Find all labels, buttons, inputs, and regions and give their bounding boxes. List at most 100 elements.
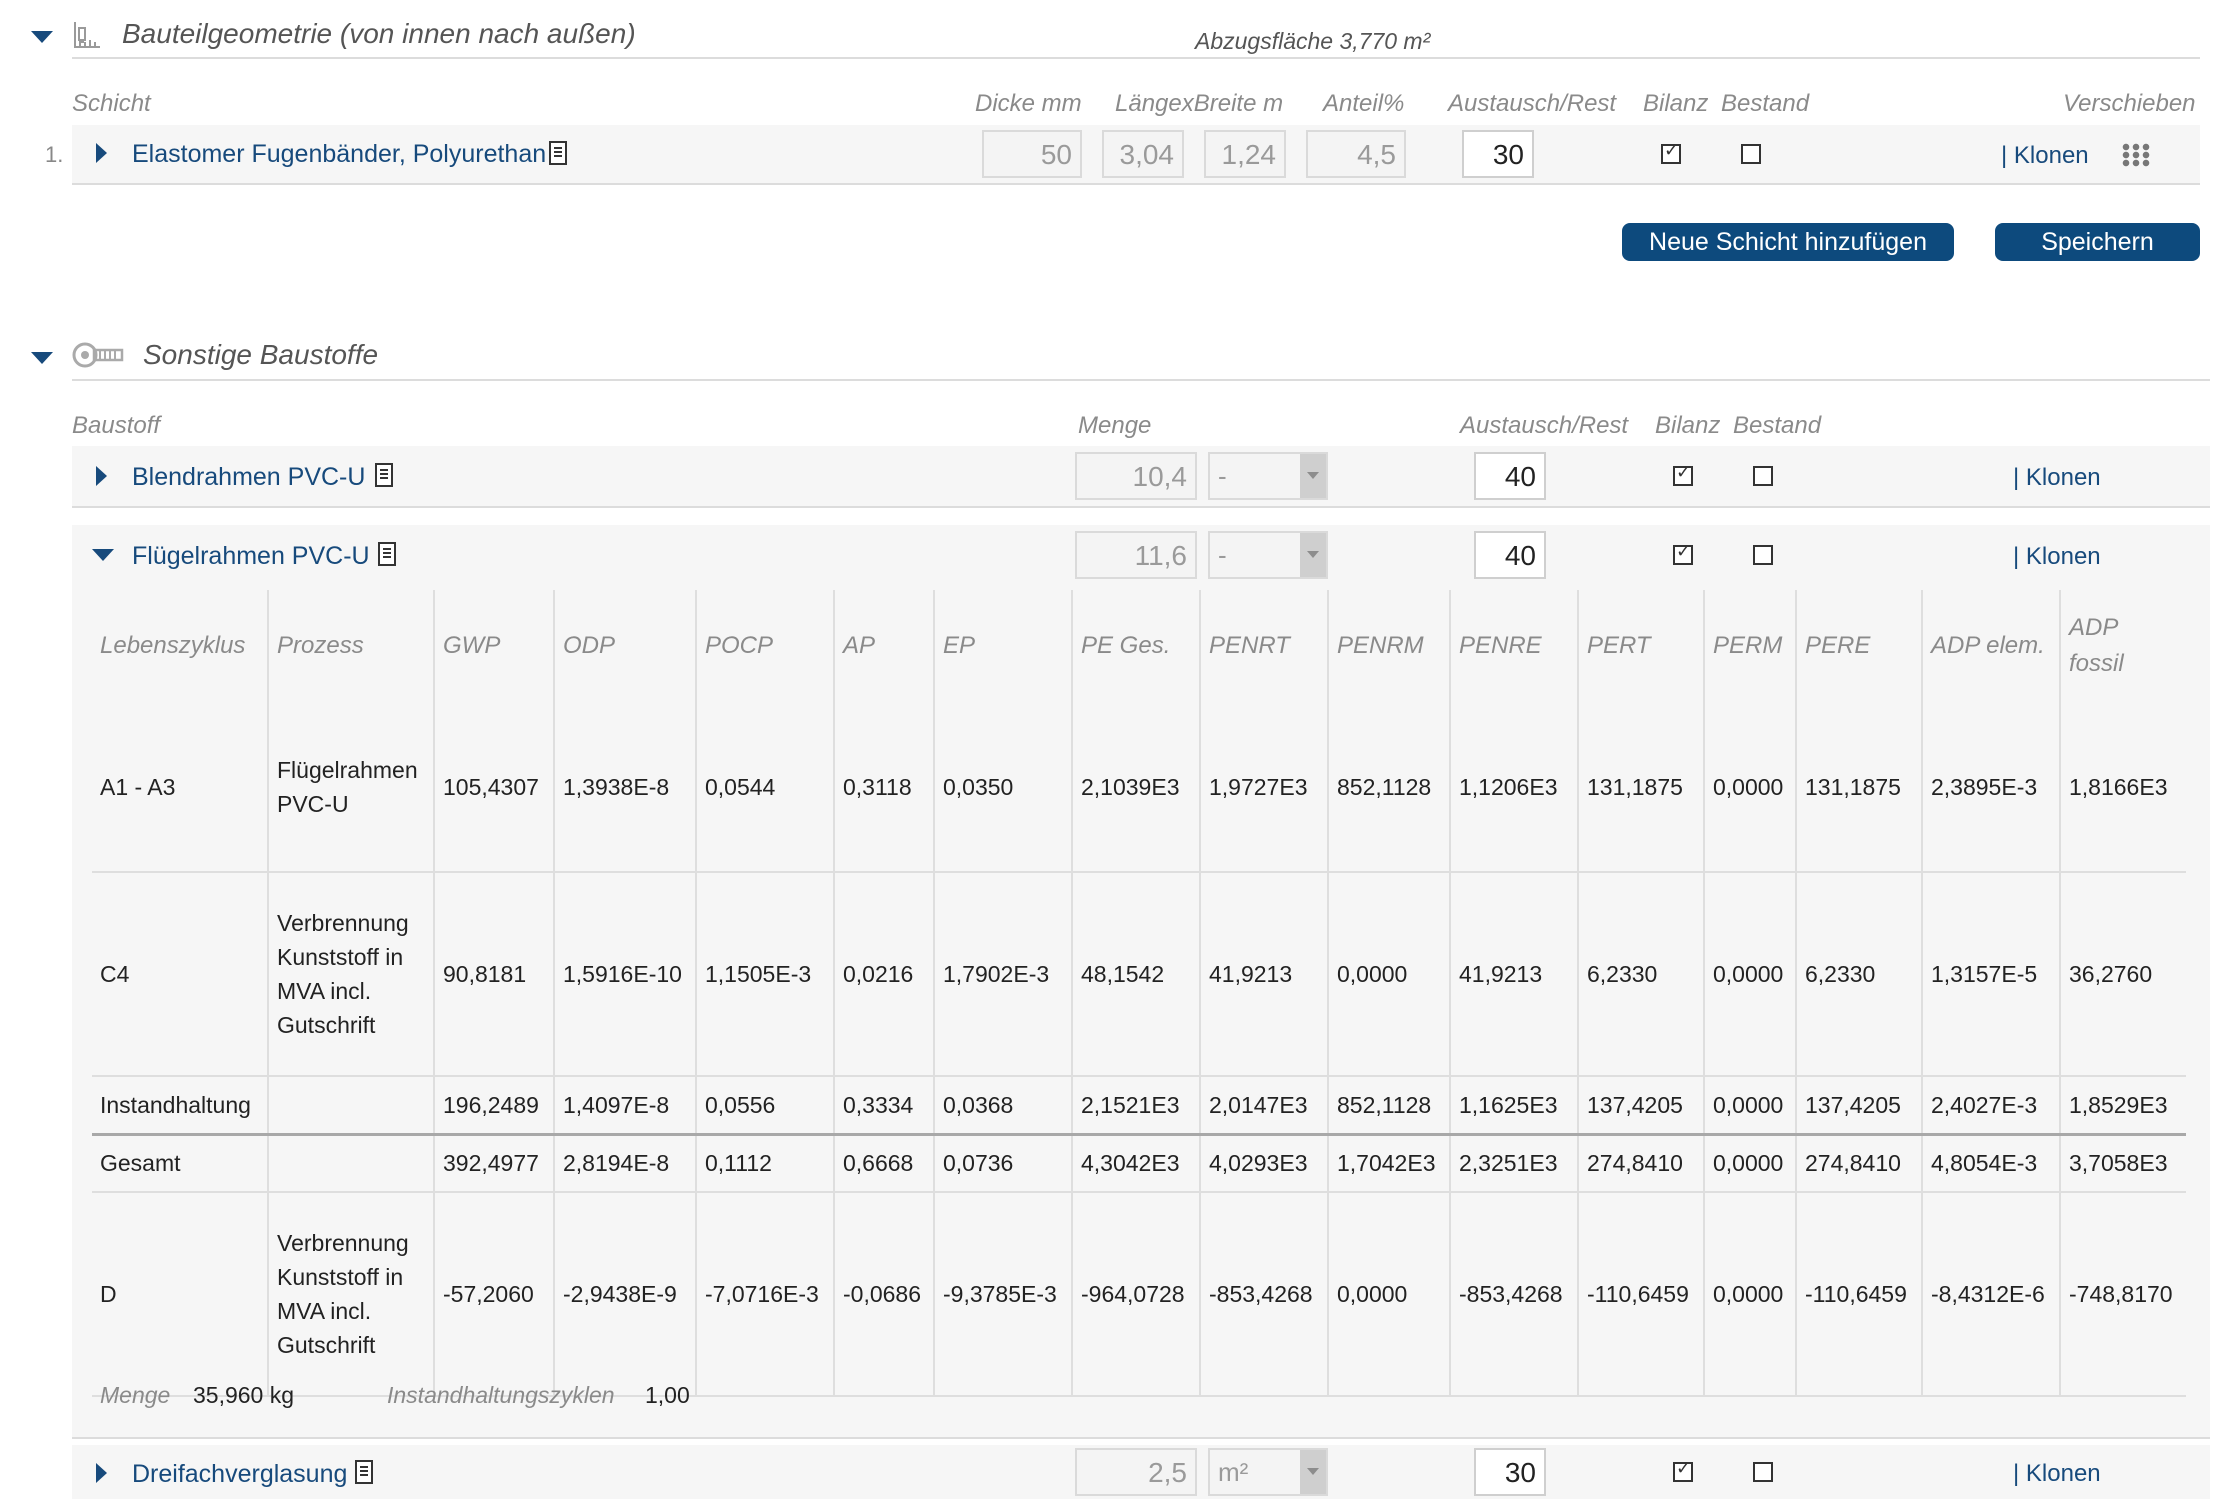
dicke-input[interactable]: 50	[982, 130, 1082, 178]
table-cell: 1,8166E3	[2059, 702, 2186, 873]
table-cell: 6,2330	[1795, 872, 1922, 1077]
datasheet-icon[interactable]	[375, 463, 393, 487]
table-cell: 2,0147E3	[1199, 1076, 1328, 1136]
clone-link[interactable]: | Klonen	[2013, 543, 2101, 571]
breite-input[interactable]: 1,24	[1204, 130, 1286, 178]
column-header: EP	[933, 590, 1072, 702]
table-cell: 274,8410	[1795, 1134, 1922, 1193]
table-cell: 4,8054E-3	[1921, 1134, 2060, 1193]
expand-material-toggle[interactable]	[96, 1463, 107, 1483]
unit-select[interactable]: m²	[1208, 1448, 1328, 1496]
bestand-checkbox[interactable]	[1753, 545, 1773, 565]
table-cell: 105,4307	[433, 702, 554, 873]
austausch-input[interactable]: 30	[1462, 130, 1534, 178]
table-cell: 1,3157E-5	[1921, 872, 2060, 1077]
collapse-bauteilgeometrie-toggle[interactable]	[31, 31, 53, 43]
datasheet-icon[interactable]	[549, 141, 567, 165]
table-cell: 1,8529E3	[2059, 1076, 2186, 1136]
collapse-material-toggle[interactable]	[92, 549, 114, 561]
lca-results-table: Lebenszyklus Prozess GWP ODP POCP AP EP …	[92, 590, 2186, 1397]
column-header: ADP fossil	[2059, 590, 2186, 702]
add-layer-button[interactable]: Neue Schicht hinzufügen	[1622, 223, 1954, 261]
table-cell: 0,6668	[833, 1134, 934, 1193]
header-bestand: Bestand	[1733, 412, 1822, 439]
header-bilanz: Bilanz	[1655, 412, 1721, 439]
section-title-bauteilgeometrie: Bauteilgeometrie (von innen nach außen)	[122, 18, 636, 49]
material-name-link[interactable]: Dreifachverglasung	[132, 1460, 347, 1489]
header-austausch: Austausch/Rest	[1460, 412, 1629, 439]
table-cell: 1,1505E-3	[695, 872, 834, 1077]
table-cell: 0,0736	[933, 1134, 1072, 1193]
table-cell: -964,0728	[1071, 1192, 1200, 1397]
column-header: ODP	[553, 590, 696, 702]
table-cell: 137,4205	[1577, 1076, 1704, 1136]
clone-link[interactable]: | Klonen	[2001, 142, 2089, 170]
table-cell: 0,0350	[933, 702, 1072, 873]
column-header: PENRT	[1199, 590, 1328, 702]
column-header: Prozess	[267, 590, 434, 702]
table-cell: 2,3895E-3	[1921, 702, 2060, 873]
table-cell: A1 - A3	[92, 702, 268, 873]
collapse-baustoffe-toggle[interactable]	[31, 352, 53, 364]
column-header: PENRE	[1449, 590, 1578, 702]
column-header: POCP	[695, 590, 834, 702]
bilanz-checkbox[interactable]	[1661, 140, 1681, 164]
table-cell: -110,6459	[1795, 1192, 1922, 1397]
header-austausch: Austausch/Rest	[1448, 90, 1617, 117]
table-cell: 0,0000	[1327, 872, 1450, 1077]
menge-input[interactable]: 11,6	[1075, 531, 1197, 579]
drag-handle-icon[interactable]	[2121, 143, 2151, 167]
menge-input[interactable]: 2,5	[1075, 1448, 1197, 1496]
column-header: PERM	[1703, 590, 1796, 702]
table-cell: 4,0293E3	[1199, 1134, 1328, 1193]
header-laenge-breite: LängexBreite m	[1115, 90, 1284, 117]
bilanz-checkbox[interactable]	[1673, 1458, 1693, 1482]
table-cell: 1,3938E-8	[553, 702, 696, 873]
expand-layer-toggle[interactable]	[96, 143, 107, 163]
bestand-checkbox[interactable]	[1741, 144, 1761, 164]
header-baustoff: Baustoff	[72, 412, 161, 439]
laenge-input[interactable]: 3,04	[1102, 130, 1184, 178]
table-cell: -853,4268	[1199, 1192, 1328, 1397]
table-row: Gesamt 392,4977 2,8194E-8 0,1112 0,6668 0,073…	[92, 1134, 2186, 1193]
bilanz-checkbox[interactable]	[1673, 462, 1693, 486]
austausch-input[interactable]: 40	[1474, 452, 1546, 500]
table-cell: -0,0686	[833, 1192, 934, 1397]
unit-select[interactable]: -	[1208, 452, 1328, 500]
save-button[interactable]: Speichern	[1995, 223, 2200, 261]
table-cell: Verbrennung Kunststoff in MVA incl. Guts…	[267, 872, 434, 1077]
material-name-link[interactable]: Blendrahmen PVC-U	[132, 463, 365, 492]
table-cell: 0,0000	[1703, 1192, 1796, 1397]
expand-material-toggle[interactable]	[96, 466, 107, 486]
table-cell: 1,1206E3	[1449, 702, 1578, 873]
bestand-checkbox[interactable]	[1753, 466, 1773, 486]
chevron-down-icon	[1300, 1450, 1326, 1494]
bilanz-checkbox[interactable]	[1673, 541, 1693, 565]
table-cell: -7,0716E-3	[695, 1192, 834, 1397]
layer-name-link[interactable]: Elastomer Fugenbänder, Polyurethan	[132, 140, 546, 169]
table-row: D Verbrennung Kunststoff in MVA incl. Gut…	[92, 1192, 2186, 1397]
table-cell: Flügelrahmen PVC-U	[267, 702, 434, 873]
austausch-input[interactable]: 30	[1474, 1448, 1546, 1496]
table-cell: 852,1128	[1327, 1076, 1450, 1136]
column-header: PERT	[1577, 590, 1704, 702]
table-cell: D	[92, 1192, 268, 1397]
anteil-input[interactable]: 4,5	[1306, 130, 1406, 178]
clone-link[interactable]: | Klonen	[2013, 464, 2101, 492]
clone-link[interactable]: | Klonen	[2013, 1460, 2101, 1488]
austausch-input[interactable]: 40	[1474, 531, 1546, 579]
table-cell: 0,3334	[833, 1076, 934, 1136]
bestand-checkbox[interactable]	[1753, 1462, 1773, 1482]
section-title-baustoffe: Sonstige Baustoffe	[143, 339, 379, 370]
table-cell: 0,0368	[933, 1076, 1072, 1136]
table-cell: 0,0000	[1703, 1134, 1796, 1193]
column-header: AP	[833, 590, 934, 702]
table-cell: 2,4027E-3	[1921, 1076, 2060, 1136]
menge-input[interactable]: 10,4	[1075, 452, 1197, 500]
material-name-link[interactable]: Flügelrahmen PVC-U	[132, 542, 370, 571]
unit-select[interactable]: -	[1208, 531, 1328, 579]
datasheet-icon[interactable]	[355, 1460, 373, 1484]
datasheet-icon[interactable]	[378, 542, 396, 566]
divider	[72, 379, 2210, 381]
table-cell: 0,1112	[695, 1134, 834, 1193]
